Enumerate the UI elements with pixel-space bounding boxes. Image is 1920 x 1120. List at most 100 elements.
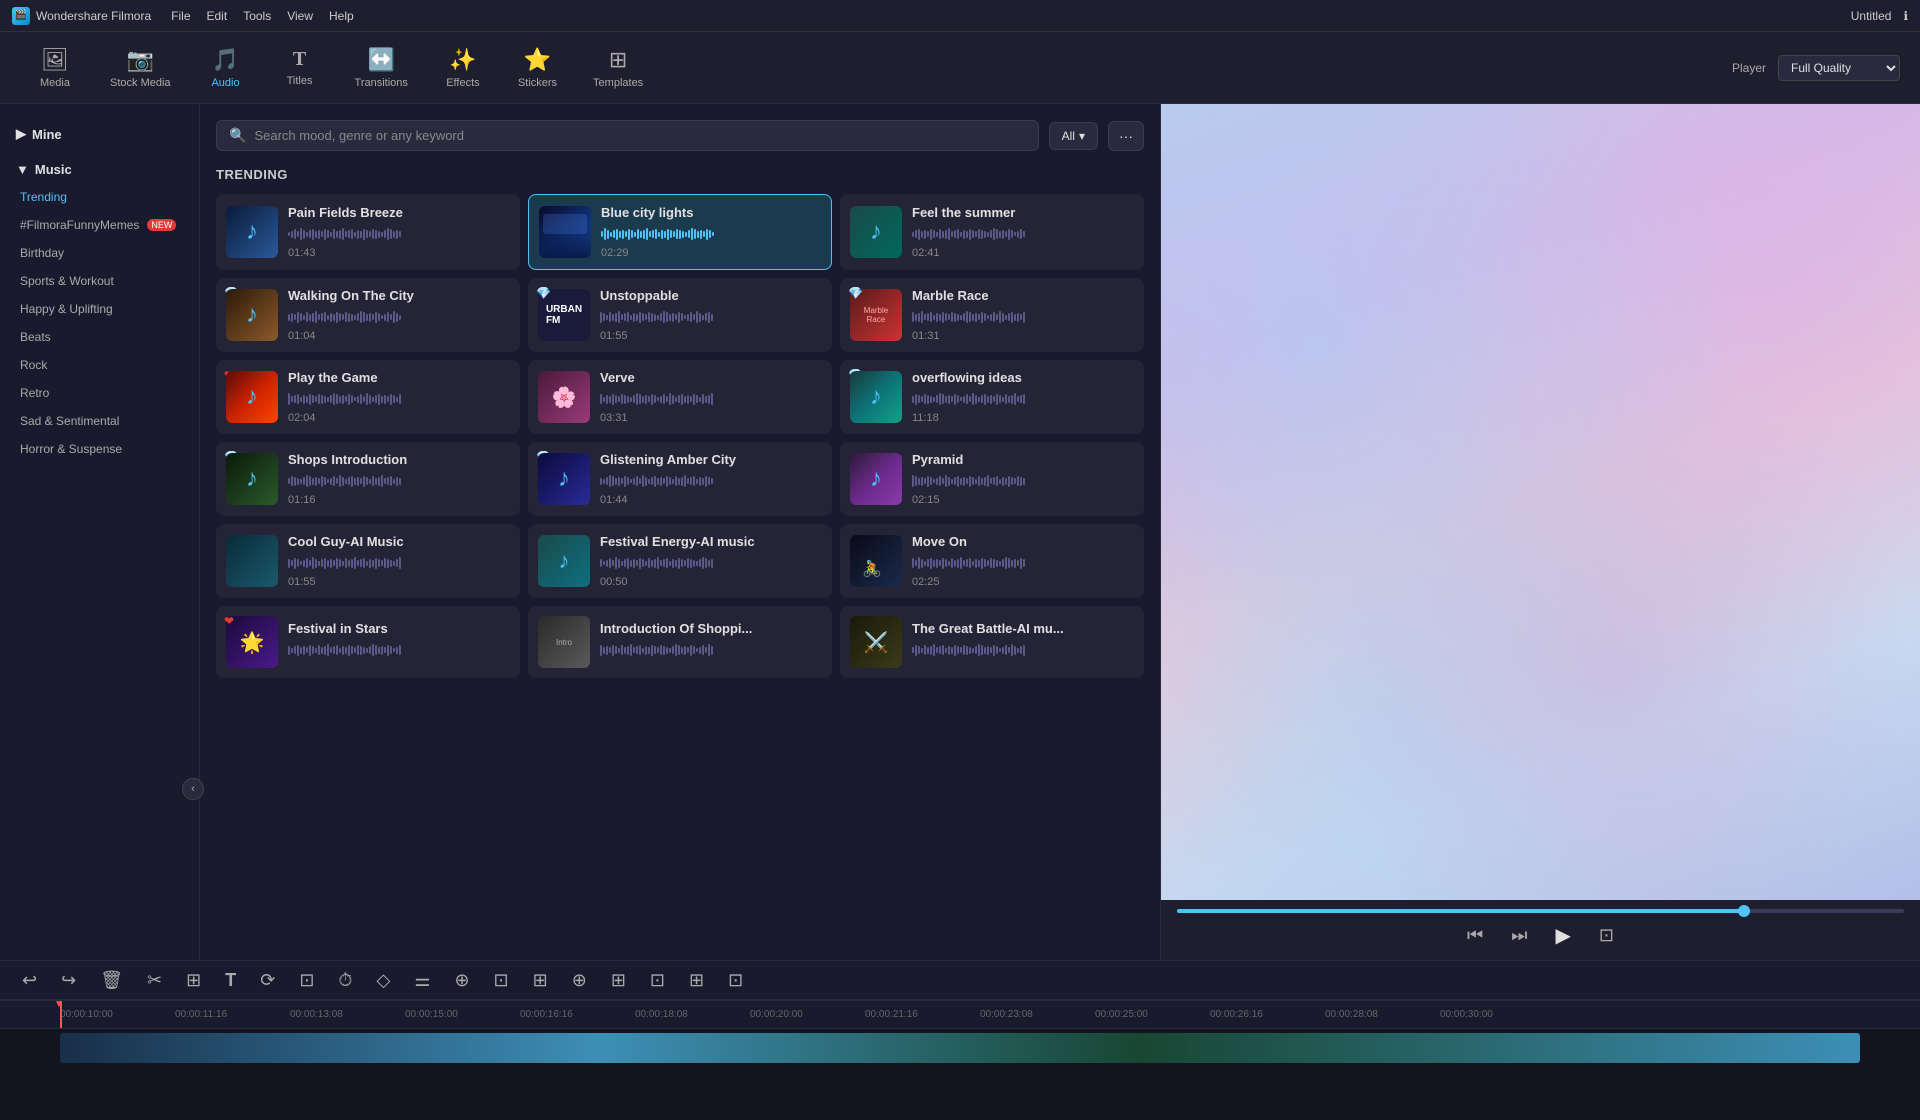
music-card-12[interactable]: Pyramid 02:15	[840, 442, 1144, 516]
add-marker-button[interactable]: ⊕	[566, 966, 593, 995]
track-title: Shops Introduction	[288, 452, 510, 467]
timeline-track[interactable]	[60, 1033, 1860, 1063]
happy-label: Happy & Uplifting	[20, 302, 113, 316]
ripple-button[interactable]: ⊡	[644, 966, 671, 995]
timer-button[interactable]: ⏱	[332, 966, 358, 995]
filter-button[interactable]: All ▾	[1049, 122, 1098, 150]
sidebar-item-birthday[interactable]: Birthday	[0, 239, 199, 267]
track-info: Festival Energy-AI music 00:50	[600, 534, 822, 588]
text-tool-button[interactable]: T	[219, 966, 242, 995]
sidebar-item-sports[interactable]: Sports & Workout	[0, 267, 199, 295]
music-card-3[interactable]: Feel the summer 02:41	[840, 194, 1144, 270]
menu-edit[interactable]: Edit	[207, 9, 228, 23]
sidebar-item-happy[interactable]: Happy & Uplifting	[0, 295, 199, 323]
music-card-7[interactable]: ❤ Play the Game 02:04	[216, 360, 520, 434]
waveform	[600, 471, 822, 491]
transform-button[interactable]: ⊡	[293, 966, 320, 995]
toolbar-titles-label: Titles	[287, 75, 313, 87]
music-card-6[interactable]: 💎 MarbleRace Marble Race 01:31	[840, 278, 1144, 352]
timeline-playhead[interactable]	[60, 1001, 62, 1028]
tick-label: 00:00:10:00	[60, 1009, 113, 1020]
track-duration: 03:31	[600, 412, 822, 424]
add-track-button[interactable]: ⊞	[527, 966, 554, 995]
music-card-9[interactable]: 💎 overflowing ideas 11:18	[840, 360, 1144, 434]
progress-bar[interactable]	[1177, 909, 1904, 913]
sidebar-mine-title[interactable]: ▶ Mine	[0, 120, 199, 148]
track-title: Cool Guy-AI Music	[288, 534, 510, 549]
menu-view[interactable]: View	[287, 9, 313, 23]
music-card-14[interactable]: ♪ Festival Energy-AI music 00:50	[528, 524, 832, 598]
audio-mix-button[interactable]: ⚌	[408, 966, 436, 995]
music-card-11[interactable]: 💎 Glistening Amber City 01:44	[528, 442, 832, 516]
zoom-in-button[interactable]: ⊕	[448, 966, 475, 995]
track-title: Verve	[600, 370, 822, 385]
toolbar-titles[interactable]: T Titles	[265, 40, 335, 95]
sidebar-music-title[interactable]: ▼ Music	[0, 156, 199, 183]
music-card-16[interactable]: ❤ 🌟 Festival in Stars	[216, 606, 520, 678]
sidebar-item-horror[interactable]: Horror & Suspense	[0, 435, 199, 463]
beats-label: Beats	[20, 330, 51, 344]
music-card-8[interactable]: 🌸 Verve 03:31	[528, 360, 832, 434]
sidebar-item-sad[interactable]: Sad & Sentimental	[0, 407, 199, 435]
toolbar-media[interactable]: 🖼 Media	[20, 39, 90, 97]
progress-thumb[interactable]	[1738, 905, 1750, 917]
split-button[interactable]: ⊡	[488, 966, 515, 995]
crop-button[interactable]: ⊡	[1595, 921, 1618, 950]
track-duration: 02:29	[601, 247, 821, 259]
music-card-18[interactable]: ⚔️ The Great Battle-AI mu...	[840, 606, 1144, 678]
music-card-17[interactable]: Intro Introduction Of Shoppi...	[528, 606, 832, 678]
step-back-button[interactable]: ⏭	[1507, 921, 1531, 950]
waveform	[912, 307, 1134, 327]
track-thumbnail	[226, 289, 278, 341]
sidebar-item-beats[interactable]: Beats	[0, 323, 199, 351]
stabilize-button[interactable]: ⊡	[722, 966, 749, 995]
timeline-tick: 00:00:13:08	[290, 1009, 343, 1020]
more-options-button[interactable]: ···	[1108, 121, 1144, 151]
toolbar-transitions[interactable]: ↔️ Transitions	[339, 39, 424, 97]
retro-label: Retro	[20, 386, 49, 400]
music-card-5[interactable]: 💎 URBANFM Unstoppable 01:55	[528, 278, 832, 352]
delete-button[interactable]: 🗑	[94, 966, 129, 995]
toolbar-effects[interactable]: ✨ Effects	[428, 39, 498, 97]
grid-view-button[interactable]: ⊞	[605, 966, 632, 995]
sidebar-item-trending[interactable]: Trending	[0, 183, 199, 211]
sidebar-collapse-button[interactable]: ‹	[182, 778, 204, 800]
music-card-10[interactable]: 💎 Shops Introduction 01:16	[216, 442, 520, 516]
redo-button[interactable]: ↪	[55, 966, 82, 995]
undo-button[interactable]: ↩	[16, 966, 43, 995]
toolbar-stock[interactable]: 📷 Stock Media	[94, 39, 187, 97]
keyframe-button[interactable]: ◇	[370, 966, 396, 995]
track-title: Feel the summer	[912, 205, 1134, 220]
toolbar-templates[interactable]: ⊞ Templates	[577, 39, 659, 97]
track-duration: 00:50	[600, 576, 822, 588]
play-button[interactable]: ▶	[1551, 919, 1574, 952]
music-card-2[interactable]: Blue city lights 02:29	[528, 194, 832, 270]
sidebar-item-retro[interactable]: Retro	[0, 379, 199, 407]
rewind-button[interactable]: ⏮	[1463, 921, 1487, 950]
search-input[interactable]	[254, 128, 1025, 143]
toolbar-stickers[interactable]: ⭐ Stickers	[502, 39, 573, 97]
progress-bar-fill	[1177, 909, 1744, 913]
rotate-button[interactable]: ⟳	[254, 966, 281, 995]
top-bar-right: Untitled ℹ	[1851, 9, 1908, 23]
speed-button[interactable]: ⊞	[683, 966, 710, 995]
music-card-15[interactable]: 🚴 Move On 02:25	[840, 524, 1144, 598]
track-info: Blue city lights 02:29	[601, 205, 821, 259]
music-card-13[interactable]: Cool Guy-AI Music 01:55	[216, 524, 520, 598]
music-card-4[interactable]: 💎 Walking On The City 01:04	[216, 278, 520, 352]
sidebar-item-rock[interactable]: Rock	[0, 351, 199, 379]
menu-help[interactable]: Help	[329, 9, 354, 23]
music-card-1[interactable]: Pain Fields Breeze 01:43	[216, 194, 520, 270]
sidebar-item-filmora[interactable]: #FilmoraFunnyMemes NEW	[0, 211, 199, 239]
cut-button[interactable]: ✂	[141, 966, 168, 995]
menu-file[interactable]: File	[171, 9, 190, 23]
music-library: 🔍 All ▾ ··· TRENDING Pain Fields Breeze …	[200, 104, 1160, 960]
track-thumbnail	[850, 453, 902, 505]
quality-select[interactable]: Full Quality High Quality Medium Quality…	[1778, 55, 1900, 81]
track-info: Marble Race 01:31	[912, 288, 1134, 342]
thumb-icon	[226, 453, 278, 505]
track-thumbnail	[539, 206, 591, 258]
menu-tools[interactable]: Tools	[243, 9, 271, 23]
crop-tool-button[interactable]: ⊞	[180, 966, 207, 995]
toolbar-audio[interactable]: 🎵 Audio	[191, 39, 261, 97]
